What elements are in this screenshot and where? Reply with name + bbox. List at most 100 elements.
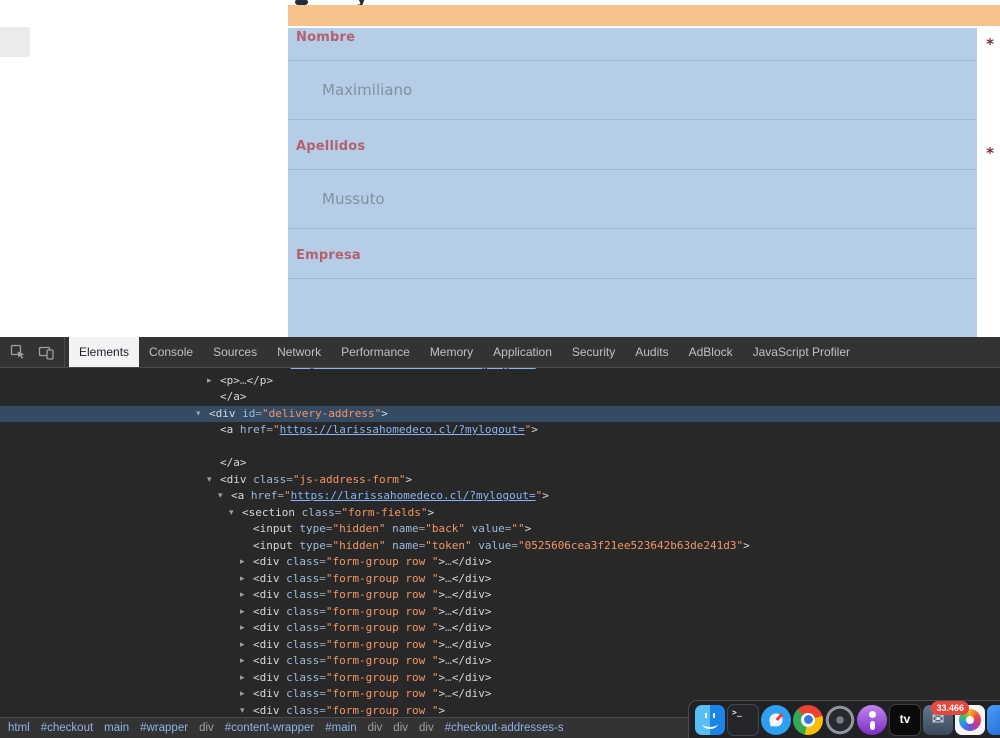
devtools-toolbar: Elements Console Sources Network Performance…: [0, 337, 1000, 368]
tree-row[interactable]: <input type="hidden" name="token" value=…: [0, 538, 1000, 555]
code-pn: =: [319, 687, 326, 700]
field-label: Nombre: [296, 30, 356, 45]
tree-row[interactable]: <a href="https://larissahomedeco.cl/?myl…: [0, 422, 1000, 439]
field-value: Maximiliano: [322, 81, 413, 99]
code-val: ": [273, 423, 280, 436]
code-ell: …: [445, 654, 452, 667]
tree-row[interactable]: ▸ <div class="form-group row ">…</div>: [0, 620, 1000, 637]
tab-security[interactable]: Security: [562, 337, 625, 367]
tab-sources[interactable]: Sources: [203, 337, 267, 367]
field-input[interactable]: [288, 279, 977, 337]
tree-row[interactable]: ▸ <div class="form-group row ">…</div>: [0, 587, 1000, 604]
field-label-row: Nombre *: [288, 28, 994, 61]
code-tag: >: [743, 538, 750, 552]
arrow-collapsed-icon[interactable]: ▸: [240, 637, 253, 654]
mail-icon[interactable]: 33.466: [923, 700, 969, 735]
code-val: "form-group row ": [325, 670, 439, 684]
code-tag: >: [542, 368, 549, 370]
arrow-collapsed-icon[interactable]: ▸: [240, 653, 253, 670]
breadcrumb-item[interactable]: div: [419, 722, 434, 734]
breadcrumb-item[interactable]: div: [393, 722, 408, 734]
arrow-expanded-icon[interactable]: ▾: [218, 488, 231, 505]
breadcrumb-item[interactable]: #content-wrapper: [225, 722, 315, 734]
tab-network[interactable]: Network: [267, 337, 331, 367]
arrow-collapsed-icon[interactable]: ▸: [240, 620, 253, 637]
terminal-icon[interactable]: [727, 703, 759, 736]
tree-row[interactable]: ▸ <p>…</p>: [0, 373, 1000, 390]
tree-row[interactable]: [0, 439, 1000, 456]
tab-memory[interactable]: Memory: [420, 337, 483, 367]
tree-row[interactable]: </a>: [0, 389, 1000, 406]
tree-row[interactable]: ▸ <div class="form-group row ">…</div>: [0, 554, 1000, 571]
code-pn: =: [255, 406, 262, 420]
arrow-collapsed-icon[interactable]: ▸: [240, 587, 253, 604]
tree-row[interactable]: ▾ <section class="form-fields">: [0, 505, 1000, 522]
finder-icon[interactable]: [695, 704, 725, 735]
inspect-element-button[interactable]: [4, 337, 32, 367]
camera-lens-icon[interactable]: [825, 704, 855, 735]
field-input[interactable]: Mussuto: [288, 170, 977, 229]
tree-row[interactable]: ▸ <div class="form-group row ">…</div>: [0, 604, 1000, 621]
arrow-expanded-icon[interactable]: ▾: [229, 505, 242, 522]
code-tag: <p>: [220, 373, 240, 387]
code-val: "token": [425, 538, 472, 552]
arrow-expanded-icon[interactable]: ▾: [196, 406, 209, 423]
code-pn: =: [319, 604, 326, 618]
field-label-row: Empresa: [288, 246, 977, 279]
breadcrumb-item[interactable]: html: [8, 722, 30, 734]
code-val: "form-group row ": [325, 687, 439, 700]
arrow-expanded-icon[interactable]: ▾: [240, 703, 253, 719]
tree-row[interactable]: ▾ <a href="https://larissahomedeco.cl/?my…: [0, 488, 1000, 505]
code-tag: <div: [253, 637, 287, 651]
breadcrumb-item[interactable]: div: [199, 722, 214, 734]
breadcrumb-item[interactable]: main: [104, 722, 129, 734]
arrow-expanded-icon[interactable]: ▾: [207, 472, 220, 489]
tree-row[interactable]: ▸ <div class="form-group row ">…</div>: [0, 637, 1000, 654]
tree-row-selected[interactable]: ▾ <div id="delivery-address">: [0, 405, 1000, 423]
tab-performance[interactable]: Performance: [331, 337, 420, 367]
code-attr: class: [286, 604, 320, 618]
browser-page: y Nombre*MaximilianoApellidos*MussutoEmp…: [0, 0, 1000, 337]
field-input[interactable]: Maximiliano: [288, 61, 977, 120]
tab-audits[interactable]: Audits: [625, 337, 678, 367]
chrome-icon[interactable]: [793, 704, 823, 735]
form-group: Apellidos * Mussuto: [288, 137, 994, 229]
arrow-collapsed-icon[interactable]: ▸: [207, 373, 220, 390]
tree-row[interactable]: ▸ <div class="form-group row ">…</div>: [0, 670, 1000, 687]
arrow-collapsed-icon[interactable]: ▸: [240, 670, 253, 687]
code-val: "form-group row ": [325, 621, 439, 634]
breadcrumb-item[interactable]: #wrapper: [140, 722, 188, 734]
tab-application[interactable]: Application: [483, 337, 562, 367]
tab-elements[interactable]: Elements: [69, 337, 140, 367]
tab-javascript-profiler[interactable]: JavaScript Profiler: [743, 337, 860, 367]
breadcrumb-item[interactable]: #checkout: [41, 722, 93, 734]
tree-row[interactable]: ▾ <div class="js-address-form">: [0, 472, 1000, 489]
code-attr: href: [251, 368, 278, 370]
safari-icon[interactable]: [761, 704, 791, 735]
arrow-collapsed-icon[interactable]: ▸: [240, 686, 253, 703]
code-val: "form-group row ": [325, 703, 439, 717]
breadcrumb-item[interactable]: #checkout-addresses-s: [445, 722, 564, 734]
tree-row[interactable]: </a>: [0, 455, 1000, 472]
tree-row[interactable]: <input type="hidden" name="back" value="…: [0, 521, 1000, 538]
breadcrumb-item[interactable]: #main: [325, 722, 356, 734]
tab-adblock[interactable]: AdBlock: [679, 337, 743, 367]
tree-row[interactable]: ▸ <div class="form-group row ">…</div>: [0, 571, 1000, 588]
partial-app-icon[interactable]: [987, 704, 1000, 735]
podcasts-icon[interactable]: [857, 704, 887, 735]
device-toolbar-button[interactable]: [32, 337, 60, 367]
code-attr: href: [239, 423, 267, 436]
breadcrumb-item[interactable]: div: [368, 722, 383, 734]
tree-row[interactable]: ▸ <div class="form-group row ">…</div>: [0, 653, 1000, 670]
arrow-collapsed-icon[interactable]: ▸: [240, 571, 253, 588]
apple-tv-icon[interactable]: [889, 703, 921, 736]
tab-console[interactable]: Console: [139, 337, 203, 367]
code-val: "delivery-address": [262, 406, 382, 420]
arrow-collapsed-icon[interactable]: ▸: [240, 554, 253, 571]
section-header-bar: [288, 5, 1000, 26]
code-val: "form-group row ": [325, 588, 439, 601]
code-tag: <div: [253, 687, 287, 700]
arrow-collapsed-icon[interactable]: ▸: [240, 604, 253, 621]
